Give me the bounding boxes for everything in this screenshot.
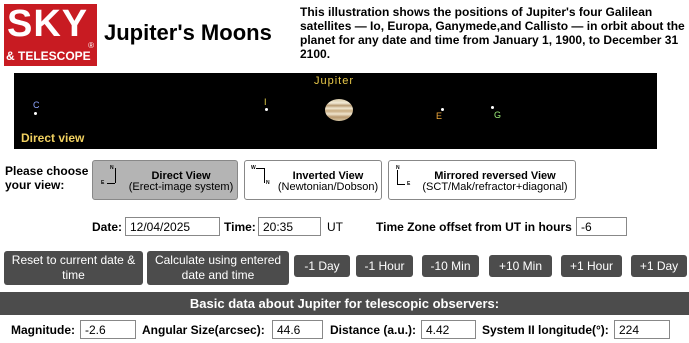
moon-label-europa: E [436,111,443,121]
axis-line-v [397,170,398,185]
distance-field [421,320,476,339]
axis-line-h [397,184,405,185]
axis-label-e: E [101,180,105,186]
date-label: Date: [92,220,123,234]
magnitude-field [80,320,136,339]
direct-view-subtitle: (Erect-image system) [128,181,234,193]
axis-line-v [264,168,265,183]
longitude-field [614,320,670,339]
moon-label-io: I [264,97,267,107]
ut-label: UT [327,220,343,234]
inverted-view-subtitle: (Newtonian/Dobson) [277,181,379,193]
logo-sky-text: SKY [7,3,89,45]
calculate-button[interactable]: Calculate using entered date and time [147,251,289,285]
magnitude-label: Magnitude: [11,323,75,337]
plus-1-hour-button[interactable]: +1 Hour [561,255,622,277]
minus-1-hour-button[interactable]: -1 Hour [356,255,413,277]
minus-10-min-button[interactable]: -10 Min [422,255,479,277]
view-choice-prompt: Please choose your view: [5,164,89,192]
direct-view-button[interactable]: N E Direct View (Erect-image system) [92,160,238,200]
time-input[interactable] [258,217,321,236]
moon-position-view: Jupiter C I E G Direct view [14,73,657,149]
mirrored-view-subtitle: (SCT/Mak/refractor+diagonal) [422,181,568,193]
basic-data-heading: Basic data about Jupiter for telescopic … [0,292,689,315]
axis-line-v [115,168,116,183]
tz-label: Time Zone offset from UT in hours [376,220,572,234]
angular-size-label: Angular Size(arcsec): [142,323,265,337]
axis-label-e: E [407,181,411,187]
axis-label-n: N [266,180,270,186]
jupiter-disk [325,99,353,121]
angular-size-field [272,320,323,339]
page-title: Jupiter's Moons [104,20,272,45]
moon-io [265,108,268,111]
inverted-view-button[interactable]: W N Inverted View (Newtonian/Dobson) [244,160,382,200]
sky-telescope-logo: SKY ® & TELESCOPE [4,3,97,66]
plus-1-day-button[interactable]: +1 Day [631,255,687,277]
minus-1-day-button[interactable]: -1 Day [294,255,350,277]
moon-ganymede [491,106,494,109]
view-mode-label: Direct view [21,131,85,145]
reset-button[interactable]: Reset to current date & time [4,251,143,285]
axis-line-h [107,183,115,184]
moon-label-ganymede: G [494,110,502,120]
plus-10-min-button[interactable]: +10 Min [489,255,552,277]
planet-label: Jupiter [314,75,355,87]
logo-telescope-text: & TELESCOPE [6,49,91,63]
mirrored-view-button[interactable]: N E Mirrored reversed View (SCT/Mak/refr… [388,160,576,200]
intro-text: This illustration shows the positions of… [300,5,685,61]
axis-label-n: N [110,165,114,171]
longitude-label: System II longitude(°): [482,323,609,337]
direct-axis-icon: N E [99,165,119,187]
time-label: Time: [224,220,256,234]
distance-label: Distance (a.u.): [330,323,417,337]
mirrored-axis-icon: N E [394,165,414,187]
moon-label-callisto: C [33,100,40,110]
axis-line-h [256,168,264,169]
inverted-axis-icon: W N [251,165,271,187]
date-input[interactable] [125,217,220,236]
moon-callisto [34,112,37,115]
tz-offset-input[interactable] [576,217,627,236]
